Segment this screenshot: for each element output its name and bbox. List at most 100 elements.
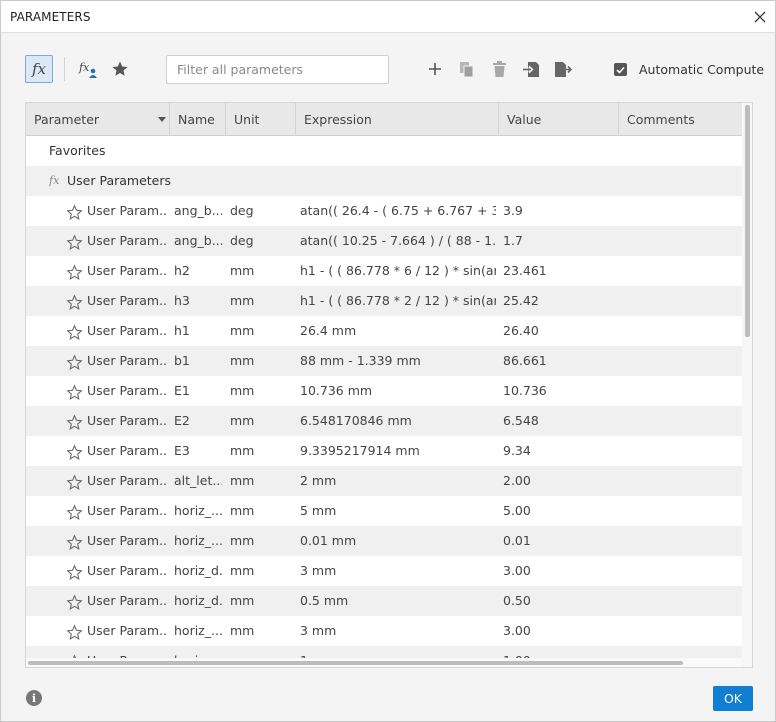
cell-unit: deg <box>230 233 254 248</box>
cell-unit: mm <box>230 533 255 548</box>
toolbar-divider <box>64 57 65 81</box>
cell-value: 0.01 <box>503 533 531 548</box>
table-row[interactable]: User Param... h2 mm h1 - ( ( 86.778 * 6 / 1… <box>26 256 742 286</box>
favorite-star-icon[interactable] <box>66 262 83 280</box>
favorite-star-icon[interactable] <box>66 412 83 430</box>
cell-name[interactable]: h1 <box>174 316 222 346</box>
cell-name[interactable]: E2 <box>174 406 222 436</box>
cell-name[interactable]: ang_b... <box>174 226 222 256</box>
cell-parameter: User Param... <box>87 383 167 398</box>
cell-name[interactable]: horiz_d... <box>174 556 222 586</box>
automatic-compute-toggle[interactable]: Automatic Compute <box>614 62 764 77</box>
cell-value: 6.548 <box>503 413 539 428</box>
cell-name[interactable]: h3 <box>174 286 222 316</box>
export-parameters-button[interactable] <box>551 57 575 81</box>
table-row[interactable]: User Param... horiz_... mm 5 mm 5.00 <box>26 496 742 526</box>
favorite-star-icon[interactable] <box>66 202 83 220</box>
cell-unit: mm <box>230 383 255 398</box>
cell-expression[interactable]: 26.4 mm <box>300 316 496 346</box>
column-header-unit[interactable]: Unit <box>226 103 296 136</box>
add-parameter-button[interactable] <box>423 57 447 81</box>
cell-expression[interactable]: 10.736 mm <box>300 376 496 406</box>
title-bar: PARAMETERS <box>1 1 775 33</box>
favorite-star-icon[interactable] <box>66 292 83 310</box>
cell-name[interactable]: horiz_... <box>174 496 222 526</box>
cell-name[interactable]: horiz_d... <box>174 586 222 616</box>
fx-filter-button[interactable]: fx <box>25 55 53 83</box>
ok-button[interactable]: OK <box>713 686 753 711</box>
column-header-name[interactable]: Name <box>170 103 226 136</box>
fx-user-icon: fx <box>78 61 97 78</box>
cell-name[interactable]: alt_let... <box>174 466 222 496</box>
table-row[interactable]: User Param... E2 mm 6.548170846 mm 6.548 <box>26 406 742 436</box>
horizontal-scrollbar[interactable] <box>26 658 742 667</box>
favorite-star-icon[interactable] <box>66 472 83 490</box>
vertical-scroll-thumb[interactable] <box>745 105 750 337</box>
automatic-compute-checkbox[interactable] <box>614 63 627 76</box>
column-header-comments[interactable]: Comments <box>619 103 742 136</box>
vertical-scrollbar[interactable] <box>742 103 752 667</box>
favorite-star-icon[interactable] <box>66 442 83 460</box>
favorite-star-icon[interactable] <box>66 502 83 520</box>
cell-name[interactable]: E1 <box>174 376 222 406</box>
close-button[interactable] <box>749 6 771 28</box>
favorite-star-icon[interactable] <box>66 562 83 580</box>
cell-expression[interactable]: atan(( 10.25 - 7.664 ) / ( 88 - 1.33... <box>300 226 496 256</box>
table-row[interactable]: User Param... horiz_... mm 3 mm 3.00 <box>26 616 742 646</box>
cell-name[interactable]: E3 <box>174 436 222 466</box>
table-row[interactable]: User Param... ang_b... deg atan(( 10.25 - 7… <box>26 226 742 256</box>
table-row[interactable]: User Param... horiz_... mm 0.01 mm 0.01 <box>26 526 742 556</box>
trash-icon <box>492 60 506 77</box>
table-row[interactable]: User Param... E1 mm 10.736 mm 10.736 <box>26 376 742 406</box>
sort-dropdown-icon[interactable] <box>158 117 166 122</box>
favorite-star-icon[interactable] <box>66 322 83 340</box>
column-header-expression[interactable]: Expression <box>296 103 499 136</box>
cell-expression[interactable]: 3 mm <box>300 616 496 646</box>
table-row[interactable]: User Param... b1 mm 88 mm - 1.339 mm 86.661 <box>26 346 742 376</box>
cell-expression[interactable]: atan(( 26.4 - ( 6.75 + 6.767 + 3.50 ... <box>300 196 496 226</box>
table-row[interactable]: User Param... ang_b... deg atan(( 26.4 - ( … <box>26 196 742 226</box>
table-row[interactable]: User Param... E3 mm 9.3395217914 mm 9.34 <box>26 436 742 466</box>
table-row[interactable]: User Param... h3 mm h1 - ( ( 86.778 * 2 / 1… <box>26 286 742 316</box>
cell-expression[interactable]: 3 mm <box>300 556 496 586</box>
user-parameters-filter-button[interactable]: fx <box>75 57 101 81</box>
info-icon[interactable]: i <box>26 690 42 706</box>
cell-expression[interactable]: h1 - ( ( 86.778 * 6 / 12 ) * sin(ang_... <box>300 256 496 286</box>
cell-name[interactable]: b1 <box>174 346 222 376</box>
favorite-star-icon[interactable] <box>66 532 83 550</box>
cell-expression[interactable]: 0.5 mm <box>300 586 496 616</box>
cell-expression[interactable]: 6.548170846 mm <box>300 406 496 436</box>
cell-name[interactable]: horiz_... <box>174 526 222 556</box>
favorite-star-icon[interactable] <box>66 382 83 400</box>
delete-parameter-button[interactable] <box>487 57 511 81</box>
chevron-down-icon[interactable] <box>32 176 42 186</box>
user-parameters-group-row[interactable]: fx User Parameters <box>26 166 742 196</box>
cell-unit: mm <box>230 413 255 428</box>
cell-expression[interactable]: 9.3395217914 mm <box>300 436 496 466</box>
favorites-group-row[interactable]: Favorites <box>26 136 742 166</box>
cell-expression[interactable]: 5 mm <box>300 496 496 526</box>
column-header-parameter[interactable]: Parameter <box>26 103 170 136</box>
favorite-star-icon[interactable] <box>66 622 83 640</box>
cell-name[interactable]: h2 <box>174 256 222 286</box>
cell-name[interactable]: horiz_... <box>174 616 222 646</box>
cell-expression[interactable]: 2 mm <box>300 466 496 496</box>
import-parameters-button[interactable] <box>519 57 543 81</box>
cell-expression[interactable]: 0.01 mm <box>300 526 496 556</box>
favorites-filter-button[interactable] <box>107 57 133 81</box>
table-row[interactable]: User Param... h1 mm 26.4 mm 26.40 <box>26 316 742 346</box>
horizontal-scroll-thumb[interactable] <box>28 661 683 665</box>
copy-parameter-button[interactable] <box>455 57 479 81</box>
table-row[interactable]: User Param... horiz_d... mm 0.5 mm 0.50 <box>26 586 742 616</box>
favorite-star-icon[interactable] <box>66 592 83 610</box>
cell-expression[interactable]: h1 - ( ( 86.778 * 2 / 12 ) * sin(ang_... <box>300 286 496 316</box>
table-row[interactable]: User Param... horiz_d... mm 3 mm 3.00 <box>26 556 742 586</box>
favorite-star-icon[interactable] <box>66 232 83 250</box>
cell-name[interactable]: ang_b... <box>174 196 222 226</box>
cell-expression[interactable]: 88 mm - 1.339 mm <box>300 346 496 376</box>
favorite-star-icon[interactable] <box>66 352 83 370</box>
filter-parameters-input[interactable] <box>166 55 389 84</box>
cell-unit: mm <box>230 323 255 338</box>
column-header-value[interactable]: Value <box>499 103 619 136</box>
table-row[interactable]: User Param... alt_let... mm 2 mm 2.00 <box>26 466 742 496</box>
